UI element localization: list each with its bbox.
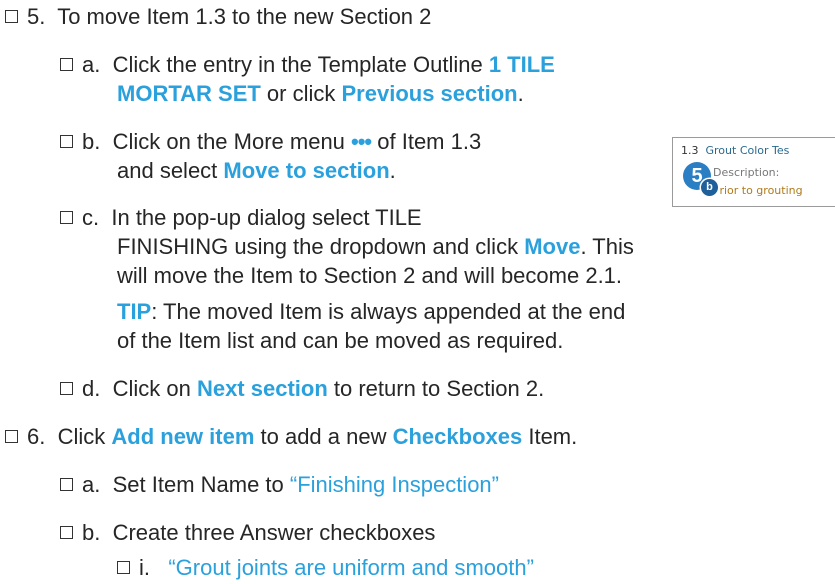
step-6a: a. Set Item Name to “Finishing Inspectio… [60, 470, 499, 499]
thumb-item-name: Grout Color Tes [705, 144, 790, 157]
step-5d-post: to return to Section 2. [327, 376, 545, 401]
step-5a-checkbox[interactable] [60, 58, 73, 71]
step-6b-i: i. “Grout joints are uniform and smooth” [117, 553, 534, 582]
step-6-checkbox[interactable] [5, 430, 18, 443]
thumb-description-label: Description: [713, 166, 780, 179]
template-outline-entry-link[interactable]: 1 TILE [489, 52, 555, 77]
thumb-description-text: Prior to grouting [713, 184, 803, 197]
step-5d: d. Click on Next section to return to Se… [60, 374, 544, 403]
step-5d-checkbox[interactable] [60, 382, 73, 395]
step-5: 5. To move Item 1.3 to the new Section 2 [5, 2, 431, 31]
step-5c-checkbox[interactable] [60, 211, 73, 224]
step-6: 6. Click Add new item to add a new Check… [5, 422, 577, 451]
step-6b-text: Create three Answer checkboxes [112, 520, 436, 545]
step-6b-checkbox[interactable] [60, 526, 73, 539]
step-5b-line2: and select Move to section. [117, 156, 396, 185]
step-5a-line2: MORTAR SET or click Previous section. [117, 79, 524, 108]
step-5a: a. Click the entry in the Template Outli… [60, 50, 555, 79]
answer-checkbox-1-value: “Grout joints are uniform and smooth” [168, 555, 534, 580]
step-6b-label: b. [82, 520, 101, 545]
step-5d-pre: Click on [112, 376, 197, 401]
step-5c-line1: In the pop-up dialog select TILE [111, 205, 422, 230]
tip-line1: TIP: The moved Item is always appended a… [117, 297, 625, 326]
step-6a-checkbox[interactable] [60, 478, 73, 491]
step-5b-label: b. [82, 129, 101, 154]
step-6b-i-label: i. [139, 555, 150, 580]
move-button-ref[interactable]: Move [524, 234, 580, 259]
step-6a-label: a. [82, 472, 101, 497]
thumb-item-title: 1.3 Grout Color Tes [681, 144, 789, 158]
tip-label: TIP [117, 299, 152, 324]
add-new-item-link[interactable]: Add new item [111, 424, 254, 449]
step-5c-line3: will move the Item to Section 2 and will… [117, 263, 623, 288]
step-5a-text: Click the entry in the Template Outline [112, 52, 489, 77]
step-6-mid: to add a new [254, 424, 393, 449]
step-5-text: To move Item 1.3 to the new Section 2 [57, 4, 432, 29]
step-5a-label: a. [82, 52, 101, 77]
step-5b-text: Click on the More menu [112, 129, 352, 154]
step-5c-line2-pre: FINISHING using the dropdown and click [117, 234, 525, 259]
step-6-pre: Click [57, 424, 112, 449]
previous-section-link[interactable]: Previous section [342, 81, 518, 106]
step-5c-label: c. [82, 205, 100, 230]
step-5d-label: d. [82, 376, 101, 401]
step-5b-checkbox[interactable] [60, 135, 73, 148]
step-5b-line2-pre: and select [117, 158, 224, 183]
tip-text-1: : The moved Item is always appended at t… [151, 299, 626, 324]
step-badge-letter: b [701, 179, 718, 196]
next-section-link[interactable]: Next section [197, 376, 328, 401]
step-6b-i-checkbox[interactable] [117, 561, 130, 574]
more-menu-icon[interactable]: ••• [351, 129, 372, 154]
thumb-item-number: 1.3 [681, 144, 699, 157]
item-name-value: “Finishing Inspection” [289, 472, 499, 497]
step-5c-line2: FINISHING using the dropdown and click M… [117, 232, 634, 261]
step-5b-mid: of Item 1.3 [371, 129, 482, 154]
item-screenshot-thumbnail: 1.3 Grout Color Tes Description: Prior t… [672, 137, 835, 207]
step-5c: c. In the pop-up dialog select TILE [60, 203, 422, 232]
step-6a-pre: Set Item Name to [112, 472, 290, 497]
step-5b: b. Click on the More menu ••• of Item 1.… [60, 127, 481, 156]
tip-line2: of the Item list and can be moved as req… [117, 328, 564, 353]
step-5-checkbox[interactable] [5, 10, 18, 23]
move-to-section-link[interactable]: Move to section [223, 158, 389, 183]
step-5b-post: . [389, 158, 396, 183]
template-outline-entry-link-cont[interactable]: MORTAR SET [117, 81, 261, 106]
step-5c-line2-post: . This [580, 234, 634, 259]
step-5-number: 5. [27, 4, 46, 29]
checkboxes-item-type: Checkboxes [392, 424, 523, 449]
step-5a-mid: or click [260, 81, 342, 106]
step-6-post: Item. [522, 424, 578, 449]
step-5a-post: . [517, 81, 524, 106]
step-6-number: 6. [27, 424, 46, 449]
step-6b: b. Create three Answer checkboxes [60, 518, 435, 547]
